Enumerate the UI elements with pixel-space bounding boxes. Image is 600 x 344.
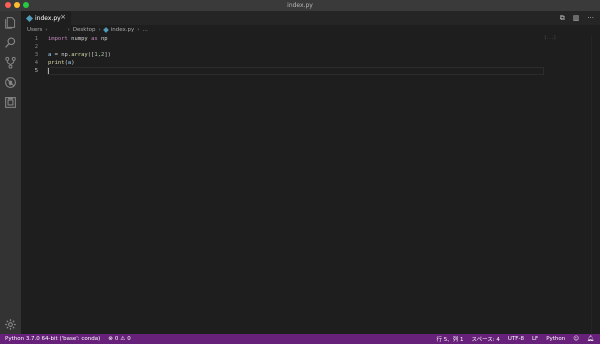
code-token: ]) (104, 52, 111, 58)
code-token: np (97, 36, 108, 42)
debug-icon[interactable] (3, 75, 18, 90)
encoding[interactable]: UTF-8 (508, 336, 524, 342)
error-count: 0 (114, 336, 119, 342)
split-editor-icon[interactable]: ▥ (573, 13, 580, 23)
code-token: print (48, 60, 65, 66)
code-editor[interactable]: 1 import numpy as np 2 3 a = np.array([1,2])… (21, 35, 591, 334)
minimize-window-button[interactable] (14, 2, 20, 8)
breadcrumb-separator: › (45, 27, 48, 33)
more-actions-icon[interactable]: ··· (587, 13, 594, 23)
python-file-icon (102, 27, 109, 33)
code-line[interactable]: 5 (21, 67, 544, 75)
warning-icon: ⚠ (120, 336, 126, 342)
cursor-position[interactable]: 行 5、列 1 (436, 335, 463, 343)
code-token: numpy (67, 36, 92, 42)
code-text: import numpy as np (48, 35, 108, 43)
vertical-scrollbar[interactable] (591, 35, 600, 334)
code-token: as (91, 36, 98, 42)
text-cursor (48, 68, 49, 74)
code-text: print(a) (48, 59, 75, 67)
smiley-icon[interactable]: ☺ (573, 336, 579, 342)
warning-count: 0 (127, 336, 131, 342)
minimap[interactable]: [...] (544, 35, 556, 40)
editor-actions: ⧉ ▥ ··· (560, 13, 594, 23)
tab-label: index.py (35, 14, 61, 22)
code-line[interactable]: 4 print(a) (21, 59, 544, 67)
line-number: 3 (34, 52, 38, 58)
code-line[interactable]: 1 import numpy as np (21, 35, 544, 43)
status-bar: Python 3.7.0 64-bit ('base': conda) ⊗ 0 … (0, 334, 600, 344)
breadcrumb-separator: › (137, 27, 140, 33)
code-token: import (48, 36, 68, 42)
bell-icon[interactable]: 🔔︎ (587, 336, 594, 342)
code-line[interactable]: 2 (21, 43, 544, 51)
source-control-icon[interactable] (3, 55, 18, 70)
breadcrumb-item-file[interactable]: index.py (111, 27, 135, 33)
breadcrumb-separator: › (98, 27, 101, 33)
indentation[interactable]: スペース: 4 (471, 335, 499, 343)
python-interpreter[interactable]: Python 3.7.0 64-bit ('base': conda) (5, 336, 100, 342)
code-token: ) (71, 60, 75, 66)
settings-gear-icon[interactable] (3, 317, 18, 332)
code-line[interactable]: 3 a = np.array([1,2]) (21, 51, 544, 59)
code-token: = np. (51, 52, 72, 58)
breadcrumb-item-desktop[interactable]: Desktop (73, 27, 96, 33)
tab-index-py[interactable]: index.py × (21, 11, 71, 25)
line-number: 4 (34, 60, 38, 66)
line-number: 5 (34, 68, 38, 74)
language-mode[interactable]: Python (546, 336, 565, 342)
activity-bar (0, 11, 21, 334)
line-number: 1 (34, 36, 38, 42)
breadcrumb: Users › › Desktop › index.py › … (27, 25, 148, 35)
code-token: array (71, 52, 88, 58)
python-file-icon (25, 14, 34, 22)
tab-bar: index.py × ⧉ ▥ ··· (21, 11, 600, 25)
window-title: index.py (287, 2, 313, 9)
code-text: a = np.array([1,2]) (48, 51, 111, 59)
end-of-line[interactable]: LF (532, 336, 538, 342)
maximize-window-button[interactable] (23, 2, 29, 8)
extensions-icon[interactable] (3, 95, 18, 110)
open-changes-icon[interactable]: ⧉ (560, 13, 565, 23)
close-window-button[interactable] (5, 2, 11, 8)
tab-close-button[interactable]: × (60, 13, 66, 21)
window-controls (5, 2, 29, 8)
explorer-icon[interactable] (3, 15, 18, 30)
breadcrumb-separator: › (67, 27, 70, 33)
breadcrumb-item-symbols[interactable]: … (142, 27, 148, 33)
problems-indicator[interactable]: ⊗ 0 ⚠ 0 (108, 336, 131, 342)
breadcrumb-item-users[interactable]: Users (27, 27, 42, 33)
error-icon: ⊗ (108, 336, 113, 342)
line-number: 2 (34, 44, 38, 50)
search-icon[interactable] (3, 35, 18, 50)
